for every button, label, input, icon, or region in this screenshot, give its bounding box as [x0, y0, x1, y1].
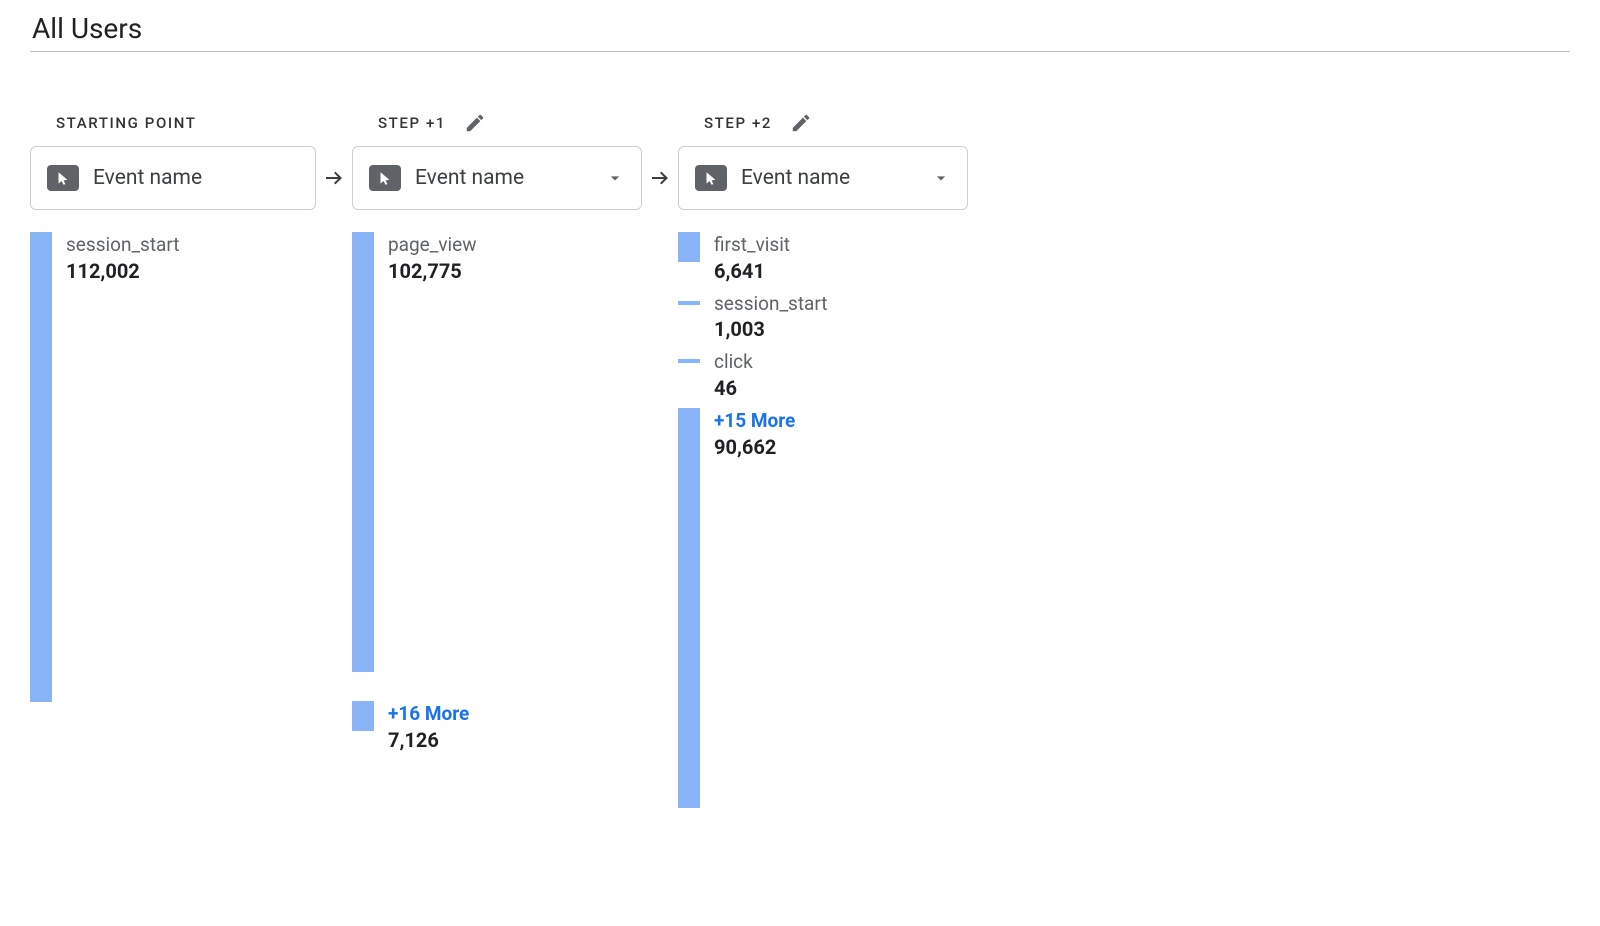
node-page-view[interactable]: page_view 102,775	[352, 232, 642, 672]
node-more-label: +15 More	[714, 408, 795, 434]
node-session-start[interactable]: session_start 112,002	[30, 232, 316, 702]
page-title: All Users	[32, 12, 1570, 45]
node-value: 46	[714, 375, 753, 402]
dimension-label: Event name	[415, 166, 599, 190]
node-bar	[352, 701, 374, 731]
dimension-selector-step2[interactable]: Event name	[678, 146, 968, 210]
step-header-start: STARTING POINT	[30, 100, 316, 146]
node-value: 6,641	[714, 258, 790, 285]
node-value: 112,002	[66, 258, 180, 285]
dimension-label: Event name	[93, 166, 299, 190]
node-name: page_view	[388, 232, 477, 258]
column-step1: STEP +1 Event name page_view 102,775	[352, 100, 642, 760]
arrow-right-icon	[648, 166, 672, 190]
cursor-icon	[695, 165, 727, 191]
chevron-down-icon	[931, 168, 951, 188]
node-name: click	[714, 349, 753, 375]
node-step1-more[interactable]: +16 More 7,126	[352, 701, 642, 754]
chevron-down-icon	[605, 168, 625, 188]
node-click[interactable]: click 46	[678, 349, 968, 402]
step-label-1: STEP +1	[378, 114, 446, 132]
arrow-start-to-step1	[316, 146, 352, 210]
node-name: session_start	[714, 291, 828, 317]
arrow-step1-to-step2	[642, 146, 678, 210]
step-header-2: STEP +2	[678, 100, 968, 146]
step-label-2: STEP +2	[704, 114, 772, 132]
node-bar	[678, 359, 700, 363]
step-header-1: STEP +1	[352, 100, 642, 146]
node-name: first_visit	[714, 232, 790, 258]
dimension-selector-step1[interactable]: Event name	[352, 146, 642, 210]
column-start: STARTING POINT Event name session_start …	[30, 100, 316, 708]
path-columns: STARTING POINT Event name session_start …	[30, 100, 1570, 814]
node-bar	[678, 301, 700, 305]
step-label-start: STARTING POINT	[56, 114, 197, 132]
node-bar	[352, 232, 374, 672]
node-bar	[678, 408, 700, 808]
node-value: 7,126	[388, 727, 469, 754]
cursor-icon	[47, 165, 79, 191]
node-name: session_start	[66, 232, 180, 258]
pencil-icon[interactable]	[464, 112, 486, 134]
dimension-label: Event name	[741, 166, 925, 190]
cursor-icon	[369, 165, 401, 191]
node-value: 102,775	[388, 258, 477, 285]
node-session-start-2[interactable]: session_start 1,003	[678, 291, 968, 344]
title-divider	[30, 51, 1570, 52]
node-value: 1,003	[714, 316, 828, 343]
node-value: 90,662	[714, 434, 795, 461]
node-bar	[30, 232, 52, 702]
node-step2-more[interactable]: +15 More 90,662	[678, 408, 968, 808]
node-more-label: +16 More	[388, 701, 469, 727]
pencil-icon[interactable]	[790, 112, 812, 134]
column-step2: STEP +2 Event name first_visit 6,641	[678, 100, 968, 814]
arrow-right-icon	[322, 166, 346, 190]
node-bar	[678, 232, 700, 262]
dimension-selector-start[interactable]: Event name	[30, 146, 316, 210]
node-first-visit[interactable]: first_visit 6,641	[678, 232, 968, 285]
